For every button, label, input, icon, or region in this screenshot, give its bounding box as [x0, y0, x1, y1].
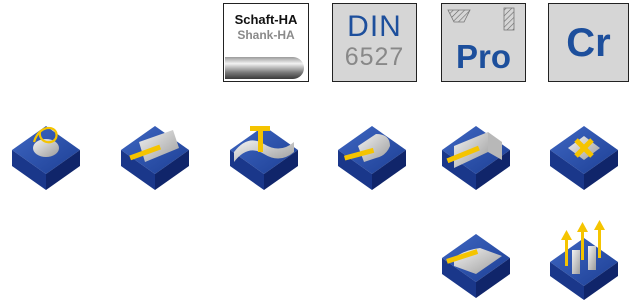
pro-badge-label: Pro	[455, 38, 511, 75]
shank-badge-line2: Shank-HA	[237, 28, 295, 42]
din-badge-line2: 6527	[344, 43, 405, 71]
shank-badge-line1: Schaft-HA	[234, 12, 298, 27]
pocket-milling-icon	[336, 112, 408, 192]
cross-pocket-icon	[548, 112, 620, 192]
slot-milling-icon	[119, 112, 191, 192]
din-badge-line1: DIN	[347, 10, 402, 43]
helical-plunge-icon	[10, 112, 82, 192]
shank-icon	[225, 57, 304, 79]
shank-ha-badge: Schaft-HA Shank-HA	[223, 3, 309, 82]
din-badge: DIN 6527	[332, 3, 417, 82]
cr-badge: Cr	[548, 3, 629, 82]
profile-milling-icon	[228, 112, 300, 192]
shoulder-milling-icon	[440, 112, 512, 192]
side-milling-icon	[440, 220, 512, 300]
plunge-drilling-icon	[548, 220, 620, 300]
pro-badge: Pro	[441, 3, 526, 82]
cr-badge-label: Cr	[566, 21, 611, 65]
